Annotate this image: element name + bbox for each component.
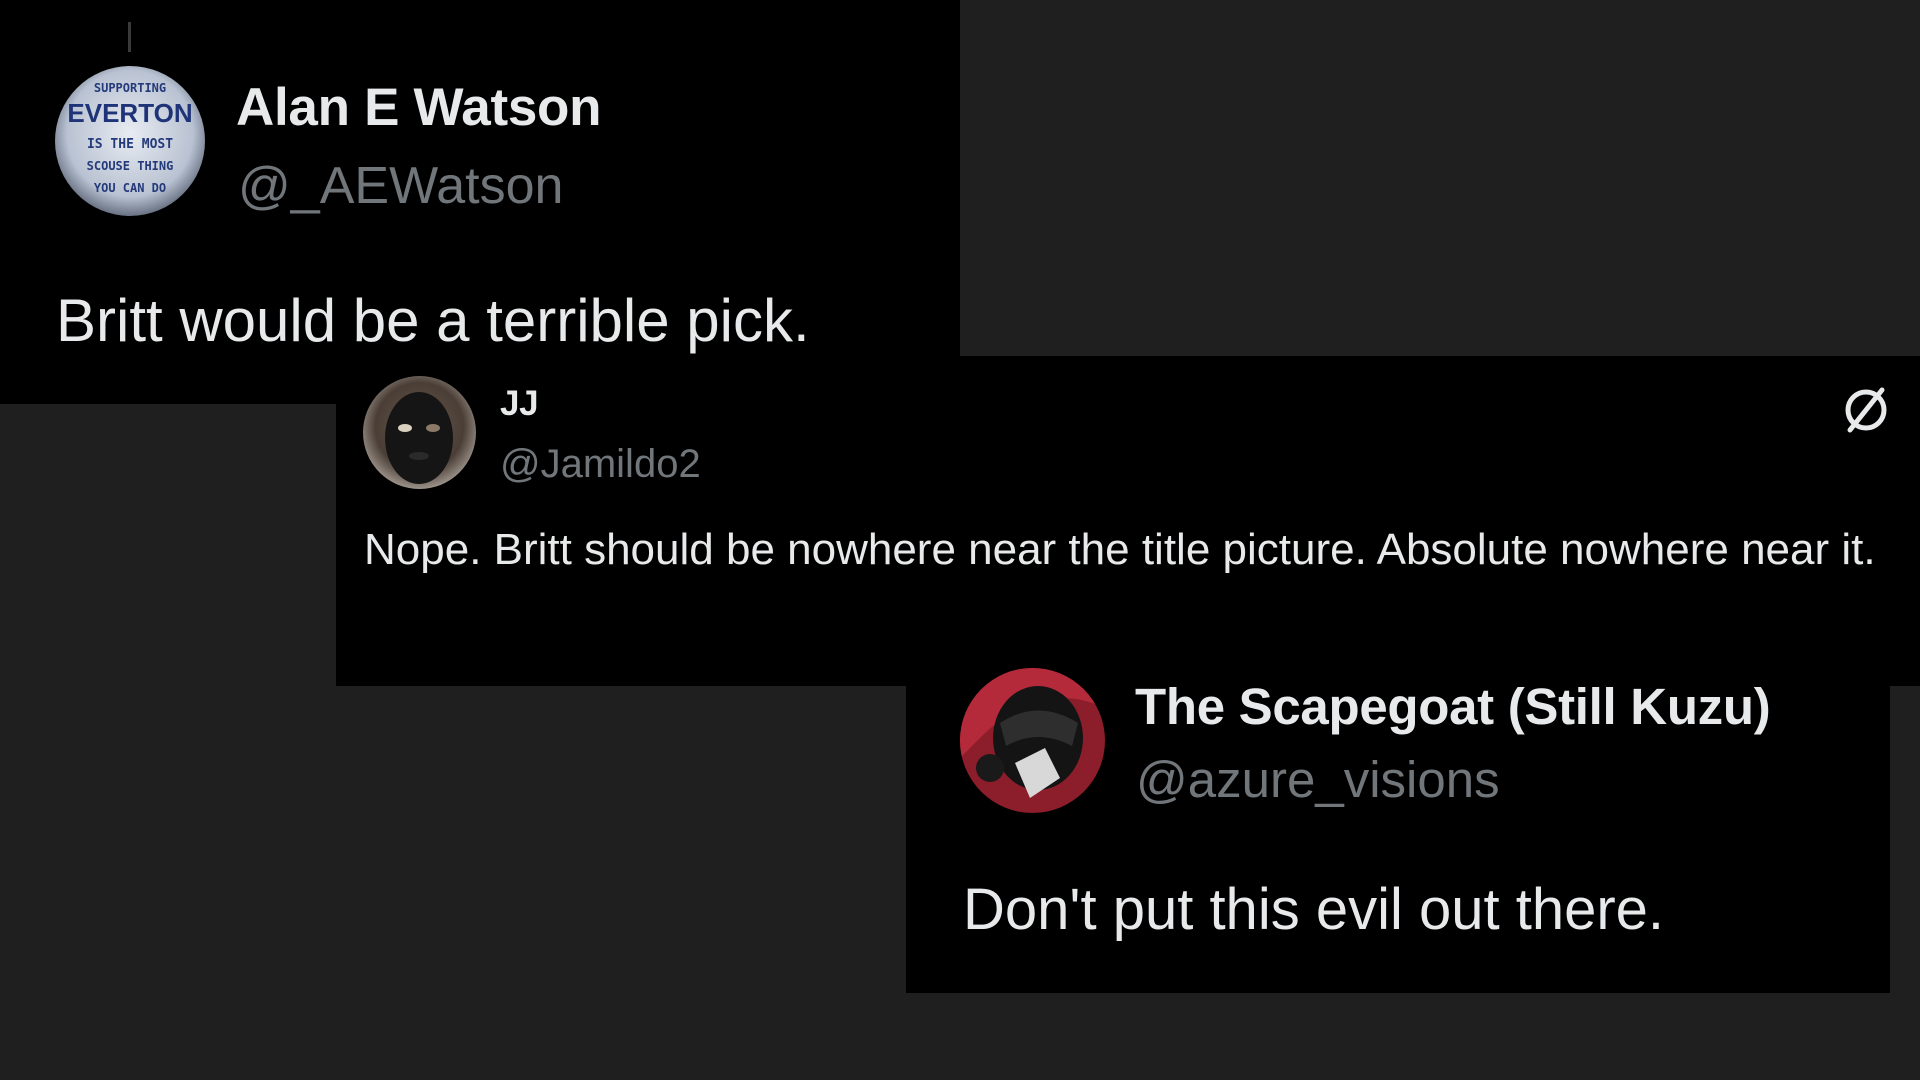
display-name[interactable]: The Scapegoat (Still Kuzu) — [1135, 677, 1771, 737]
tweet-text: Nope. Britt should be nowhere near the t… — [364, 525, 1876, 574]
user-handle[interactable]: @_AEWatson — [238, 156, 563, 216]
user-handle[interactable]: @Jamildo2 — [500, 440, 701, 488]
tweet-text: Britt would be a terrible pick. — [56, 287, 810, 354]
tweet-card-alan-e-watson[interactable]: SUPPORTING EVERTON IS THE MOST SCOUSE TH… — [0, 0, 960, 404]
no-symbol-icon[interactable] — [1836, 380, 1896, 440]
sign-line: IS THE MOST — [87, 137, 173, 152]
tweet-text: Don't put this evil out there. — [963, 877, 1665, 942]
user-handle[interactable]: @azure_visions — [1136, 750, 1500, 810]
sign-line: SCOUSE THING — [87, 159, 174, 173]
sign-line: EVERTON — [67, 98, 192, 128]
tweet-card-the-scapegoat[interactable]: The Scapegoat (Still Kuzu) @azure_vision… — [906, 668, 1890, 993]
masked-face-avatar[interactable] — [363, 376, 476, 489]
display-name[interactable]: JJ — [500, 384, 539, 424]
sign-line: YOU CAN DO — [94, 181, 166, 195]
red-helmet-avatar[interactable] — [960, 668, 1105, 813]
tweet-card-jj[interactable]: JJ @Jamildo2 Nope. Britt should be nowhe… — [336, 356, 1920, 686]
everton-sign-avatar[interactable]: SUPPORTING EVERTON IS THE MOST SCOUSE TH… — [55, 66, 205, 216]
thread-connector-line — [128, 22, 131, 52]
display-name[interactable]: Alan E Watson — [236, 78, 601, 138]
sign-line: SUPPORTING — [94, 81, 166, 95]
